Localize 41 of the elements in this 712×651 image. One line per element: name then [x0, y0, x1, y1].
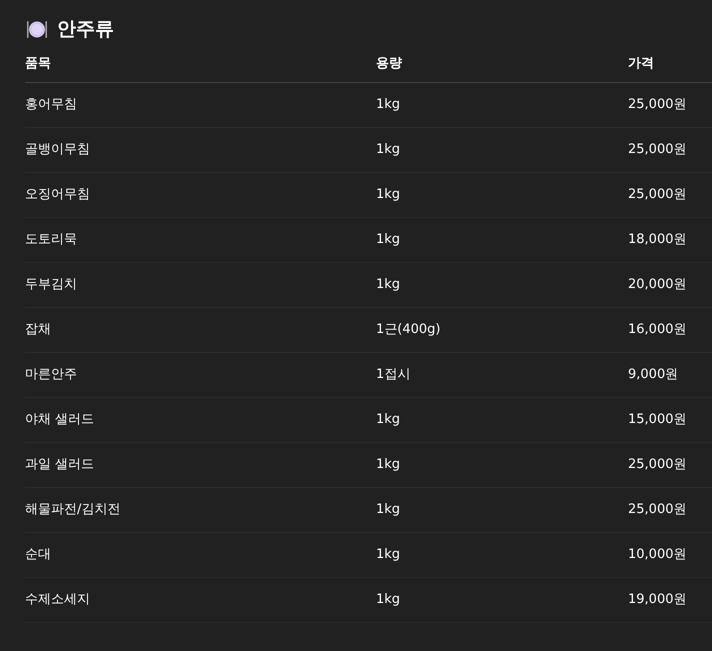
table-cell: 두부김치 [25, 277, 77, 292]
column-header: 품목 [25, 55, 52, 73]
table-cell: 1kg [376, 457, 400, 472]
table-cell: 18,000원 [628, 232, 686, 248]
table-cell: 과일 샐러드 [25, 457, 94, 472]
table-cell: 순대 [25, 547, 51, 562]
table-cell: 1kg [376, 592, 400, 608]
table-cell: 1근(400g) [376, 322, 440, 338]
table-cell: 25,000원 [628, 187, 686, 202]
section-title: 안주류 [57, 16, 114, 42]
table-cell: 1kg [376, 547, 400, 562]
table-cell: 수제소세지 [25, 592, 90, 608]
table-cell: 15,000원 [628, 412, 686, 428]
table-cell: 25,000원 [628, 502, 686, 518]
table-cell: 마른안주 [25, 367, 77, 382]
table-cell: 1kg [376, 142, 400, 158]
table-cell: 19,000원 [628, 592, 686, 608]
table-cell: 16,000원 [628, 322, 686, 338]
table-cell: 1kg [376, 412, 400, 428]
table-cell: 1kg [376, 187, 400, 202]
table-cell: 9,000원 [628, 367, 678, 382]
column-header: 용량 [376, 55, 403, 73]
table-cell: 20,000원 [628, 277, 686, 292]
table-cell: 골뱅이무침 [25, 142, 90, 158]
table-cell: 1kg [376, 277, 400, 292]
table-cell: 1kg [376, 502, 400, 518]
table-cell: 1접시 [376, 367, 410, 382]
table-cell: 잡채 [25, 322, 51, 338]
table-cell: 도토리묵 [25, 232, 77, 248]
table-cell: 야채 샐러드 [25, 412, 94, 428]
table-cell: 1kg [376, 232, 400, 248]
table-cell: 10,000원 [628, 547, 686, 562]
table-cell: 25,000원 [628, 142, 686, 158]
plate-icon [25, 18, 49, 40]
table-cell: 해물파전/김치전 [25, 502, 120, 518]
table-cell: 25,000원 [628, 457, 686, 472]
table-cell: 1kg [376, 97, 400, 112]
table-cell: 오징어무침 [25, 187, 90, 202]
table-cell: 25,000원 [628, 97, 686, 112]
column-header: 가격 [628, 55, 655, 73]
table-cell: 홍어무침 [25, 97, 77, 112]
